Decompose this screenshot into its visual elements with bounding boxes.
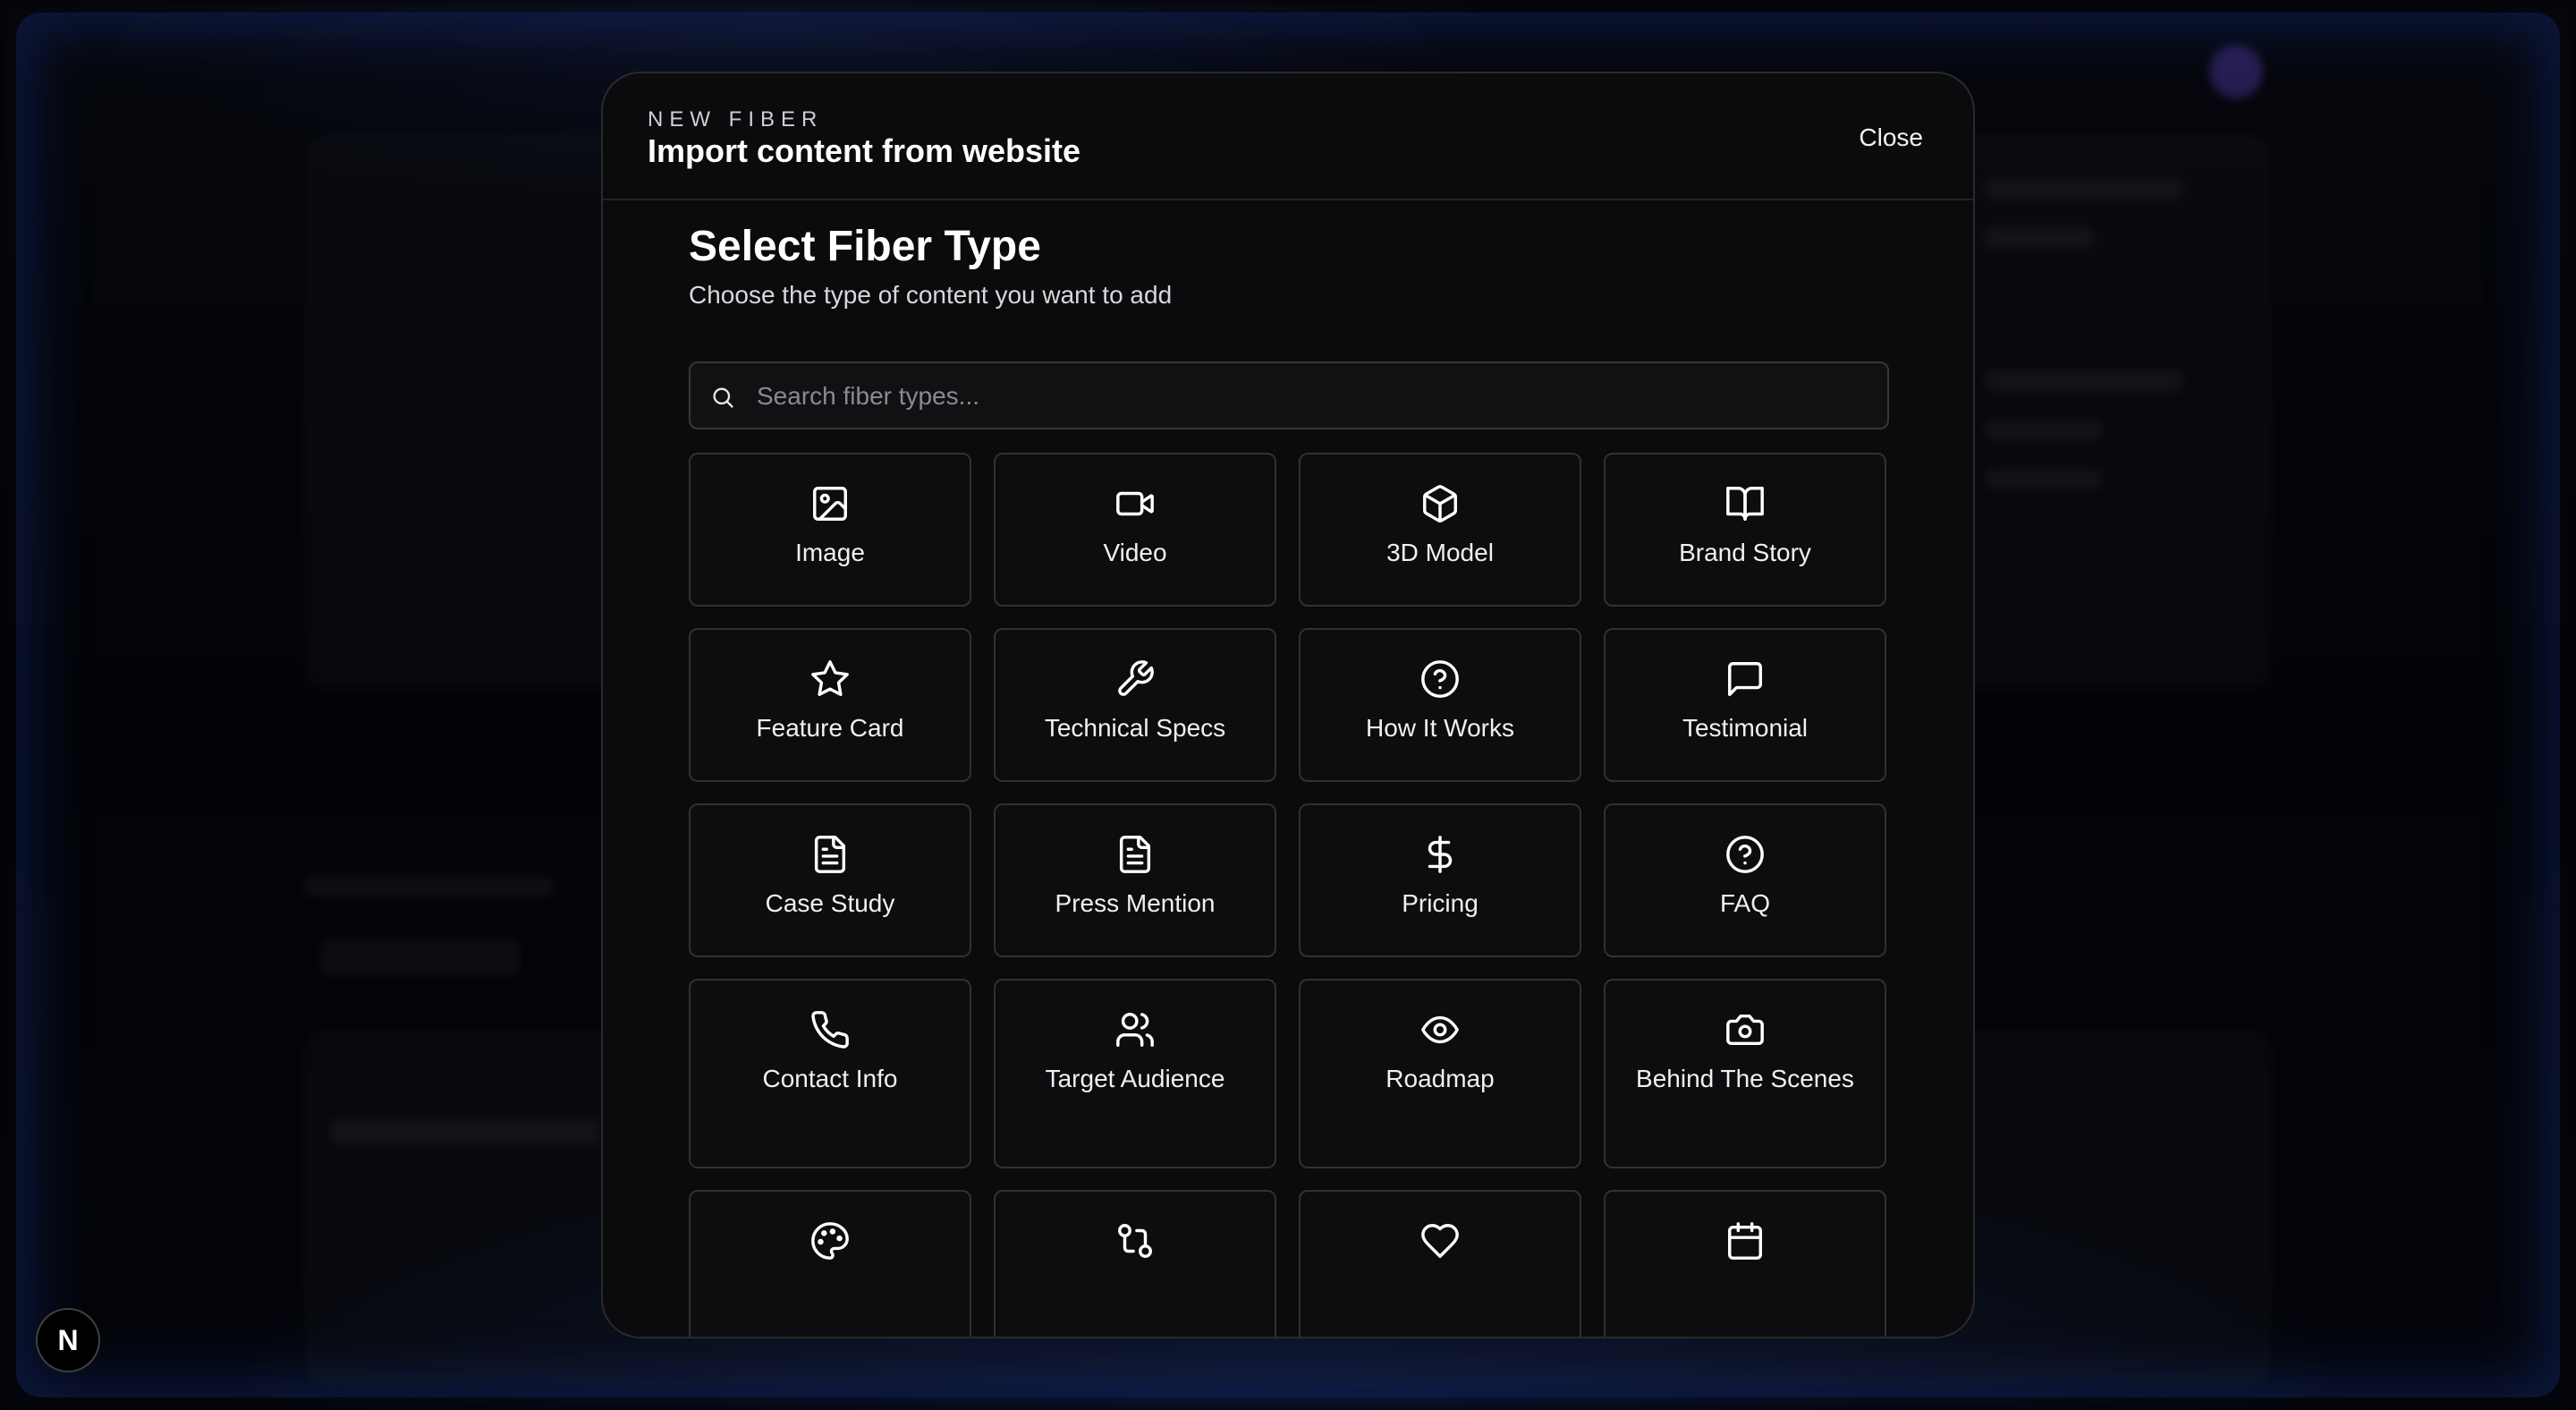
dev-tools-badge[interactable]: N	[36, 1308, 100, 1372]
fiber-type-image[interactable]: Image	[689, 453, 971, 607]
new-fiber-modal: NEW FIBER Import content from website Cl…	[601, 72, 1975, 1338]
fiber-type-event[interactable]	[1604, 1190, 1886, 1337]
heart-icon	[1421, 1224, 1459, 1258]
search-icon	[713, 387, 733, 408]
fiber-type-video[interactable]: Video	[994, 453, 1276, 607]
fiber-type-label: Contact Info	[762, 1065, 898, 1092]
fiber-type-label: Technical Specs	[1044, 714, 1226, 742]
fiber-type-faq[interactable]: FAQ	[1604, 803, 1886, 957]
fiber-type-label: Brand Story	[1679, 539, 1811, 566]
file-text-icon	[814, 836, 846, 873]
close-button[interactable]: Close	[1859, 116, 1923, 159]
fiber-type-label: How It Works	[1366, 714, 1514, 742]
image-icon	[813, 487, 847, 521]
fiber-type-roadmap[interactable]: Roadmap	[1299, 979, 1581, 1168]
next-logo-icon: N	[57, 1323, 79, 1356]
fiber-type-label: Roadmap	[1385, 1065, 1495, 1092]
modal-eyebrow: NEW FIBER	[648, 107, 824, 132]
section-title: Select Fiber Type	[689, 223, 1041, 270]
fiber-type-label: Testimonial	[1682, 714, 1809, 742]
fiber-type-target-audience[interactable]: Target Audience	[994, 979, 1276, 1168]
search-input[interactable]	[755, 363, 1868, 429]
fiber-type-testimonial[interactable]: Testimonial	[1604, 628, 1886, 782]
fiber-type-label: Target Audience	[1045, 1065, 1225, 1092]
fiber-type-label: 3D Model	[1386, 539, 1494, 566]
calendar-icon	[1728, 1222, 1762, 1260]
fiber-type-behind-the-scenes[interactable]: Behind The Scenes	[1604, 979, 1886, 1168]
help-circle-icon	[1421, 660, 1459, 698]
fiber-type-label: Image	[795, 539, 865, 566]
fiber-type-case-study[interactable]: Case Study	[689, 803, 971, 957]
fiber-type-heart[interactable]	[1299, 1190, 1581, 1337]
users-icon	[1116, 1013, 1154, 1047]
fiber-type-feature-card[interactable]: Feature Card	[689, 628, 971, 782]
fiber-type-contact-info[interactable]: Contact Info	[689, 979, 971, 1168]
search-box	[689, 361, 1889, 429]
phone-icon	[811, 1011, 849, 1049]
section-subtitle: Choose the type of content you want to a…	[689, 281, 1173, 309]
dollar-sign-icon	[1428, 836, 1453, 873]
file-text-icon	[1119, 836, 1151, 873]
wrench-icon	[1118, 660, 1154, 696]
fiber-type-3d-model[interactable]: 3D Model	[1299, 453, 1581, 607]
video-icon	[1116, 491, 1154, 516]
fiber-type-label: Case Study	[765, 889, 895, 917]
book-open-icon	[1726, 487, 1764, 521]
git-pull-request-icon	[1118, 1224, 1152, 1258]
fiber-type-technical-specs[interactable]: Technical Specs	[994, 628, 1276, 782]
fiber-type-brand-story[interactable]: Brand Story	[1604, 453, 1886, 607]
fiber-type-label: Press Mention	[1055, 889, 1216, 917]
camera-icon	[1726, 1014, 1764, 1046]
help-circle-icon	[1726, 836, 1764, 873]
fiber-type-label: Video	[1103, 539, 1167, 566]
eye-icon	[1421, 1015, 1459, 1044]
palette-icon	[811, 1222, 849, 1260]
fiber-type-how-it-works[interactable]: How It Works	[1299, 628, 1581, 782]
box-icon	[1423, 485, 1457, 522]
message-square-icon	[1728, 662, 1762, 696]
fiber-type-palette[interactable]	[689, 1190, 971, 1337]
fiber-type-grid: Image Video 3D Model Brand Story Feature…	[689, 453, 1889, 1337]
modal-title: Import content from website	[648, 132, 1081, 169]
star-icon	[811, 660, 849, 696]
modal-header: NEW FIBER Import content from website Cl…	[603, 73, 1973, 200]
fiber-type-label: Behind The Scenes	[1636, 1065, 1854, 1092]
fiber-type-pricing[interactable]: Pricing	[1299, 803, 1581, 957]
fiber-type-press-mention[interactable]: Press Mention	[994, 803, 1276, 957]
fiber-type-process[interactable]	[994, 1190, 1276, 1337]
fiber-type-label: Pricing	[1402, 889, 1479, 917]
fiber-type-label: Feature Card	[756, 714, 904, 742]
fiber-type-label: FAQ	[1719, 889, 1770, 917]
